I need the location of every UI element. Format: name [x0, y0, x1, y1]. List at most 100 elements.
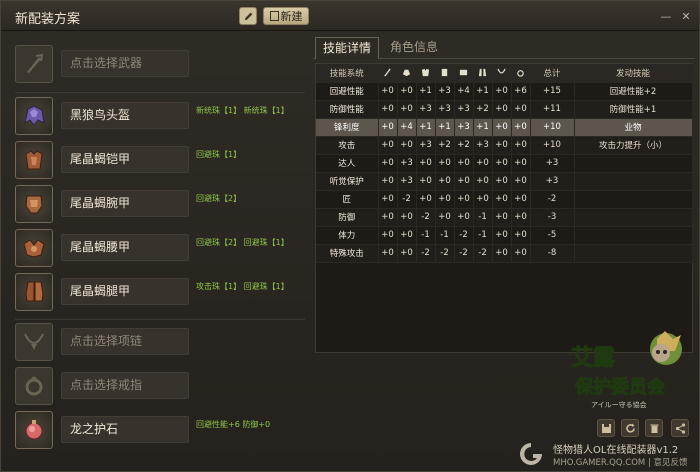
ring-select[interactable]: 点击选择戒指	[61, 372, 189, 399]
helm-slot[interactable]: 黑狼鸟头盔 新统珠【1】 新统珠【1】	[15, 97, 305, 137]
skill-total: -3	[530, 208, 575, 227]
table-row[interactable]: 回避性能 +0 +0 +1 +3 +4 +1 +0 +6 +15 回避性能+2	[316, 82, 693, 101]
charm-slot-icon[interactable]	[15, 411, 53, 449]
tab-skill-details[interactable]: 技能详情	[315, 37, 380, 59]
ring-slot-icon[interactable]	[15, 367, 53, 405]
skill-name: 防御	[316, 208, 379, 227]
skill-point: +0	[378, 118, 398, 137]
edit-title-button[interactable]	[239, 7, 257, 25]
arm-armor-icon	[25, 195, 43, 214]
skill-point: +1	[473, 118, 493, 137]
new-file-icon	[269, 11, 279, 21]
delete-button[interactable]	[645, 419, 663, 437]
skill-point: +0	[511, 190, 531, 209]
charm-skills: 回避性能+6 防御+0	[196, 420, 271, 429]
ring-slot[interactable]: 点击选择戒指	[15, 367, 305, 407]
minimize-icon: —	[660, 9, 672, 23]
weapon-select[interactable]: 点击选择武器	[61, 50, 189, 77]
waist-armor-icon	[459, 69, 468, 75]
page-title: 新配装方案	[15, 12, 81, 27]
skill-point: +0	[378, 226, 398, 245]
skill-name: 回避性能	[316, 82, 379, 101]
skill-point: +6	[511, 82, 531, 101]
table-row[interactable]: 匠 +0 -2 +0 +0 +0 +0 +0 +0 -2	[316, 190, 693, 209]
game-logo-icon	[520, 443, 542, 465]
necklace-icon	[497, 68, 506, 74]
weapon-slot-icon[interactable]	[15, 45, 53, 83]
skill-point: +2	[454, 136, 474, 155]
helm-icon	[24, 105, 45, 126]
arms-slot-icon[interactable]	[15, 185, 53, 223]
necklace-slot-icon[interactable]	[15, 323, 53, 361]
skill-point: +3	[454, 100, 474, 119]
charm-name[interactable]: 龙之护石	[61, 416, 189, 443]
feedback-link[interactable]: 意见反馈	[654, 458, 688, 468]
necklace-slot[interactable]: 点击选择项链	[15, 323, 305, 363]
helm-name[interactable]: 黑狼鸟头盔	[61, 102, 189, 129]
skill-point: +0	[454, 154, 474, 173]
helm-gems: 新统珠【1】 新统珠【1】	[196, 106, 289, 115]
skill-point: +0	[435, 154, 455, 173]
logo-title-line1: 艾露	[571, 346, 616, 371]
chest-name[interactable]: 尾晶蝎铠甲	[61, 146, 189, 173]
footer-links: MHO.GAMER.QQ.COM | 意见反馈	[553, 456, 688, 468]
waist-slot-icon[interactable]	[15, 229, 53, 267]
skill-point: +3	[416, 100, 436, 119]
minimize-button[interactable]: —	[659, 9, 673, 23]
necklace-select[interactable]: 点击选择项链	[61, 328, 189, 355]
helm-icon	[402, 69, 411, 76]
skill-point: -2	[473, 244, 493, 263]
share-icon	[675, 422, 685, 434]
table-row[interactable]: 攻击 +0 +0 +3 +2 +2 +3 +0 +0 +10 攻击力提升（小）	[316, 136, 693, 155]
table-row[interactable]: 体力 +0 +0 -1 -1 -2 -1 +0 +0 -5	[316, 226, 693, 245]
tab-bar: 技能详情 角色信息	[313, 37, 695, 59]
skill-point: +0	[378, 172, 398, 191]
skill-point: +0	[492, 82, 512, 101]
waist-column-header	[454, 64, 474, 83]
skill-total: -8	[530, 244, 575, 263]
legs-slot[interactable]: 尾晶蝎腿甲 攻击珠【1】 回避珠【1】	[15, 273, 305, 313]
close-button[interactable]: ✕	[679, 9, 693, 23]
share-button[interactable]	[671, 419, 689, 437]
arms-slot[interactable]: 尾晶蝎腕甲 回避珠【2】	[15, 185, 305, 225]
weapon-column-header	[378, 64, 398, 83]
skill-total: +10	[530, 118, 575, 137]
site-url-link[interactable]: MHO.GAMER.QQ.COM	[553, 458, 645, 468]
skill-point: +0	[492, 226, 512, 245]
table-header-row: 技能系统 总计 发动技能	[316, 64, 693, 83]
chest-armor-icon	[25, 150, 43, 170]
skill-point: +0	[492, 190, 512, 209]
logo-subtitle: アイルー守る協会	[591, 400, 647, 409]
table-row[interactable]: 达人 +0 +3 +0 +0 +0 +0 +0 +0 +3	[316, 154, 693, 173]
table-row[interactable]: 特殊攻击 +0 +0 -2 -2 -2 -2 +0 +0 -8	[316, 244, 693, 263]
legs-slot-icon[interactable]	[15, 273, 53, 311]
charm-slot[interactable]: 龙之护石 回避性能+6 防御+0	[15, 411, 305, 451]
divider	[15, 92, 305, 93]
new-plan-button[interactable]: 新建	[263, 7, 309, 25]
skill-point: +0	[378, 82, 398, 101]
skill-point: +0	[378, 208, 398, 227]
waist-name[interactable]: 尾晶蝎腰甲	[61, 234, 189, 261]
table-row[interactable]: 听觉保护 +0 +3 +0 +0 +0 +0 +0 +0 +3	[316, 172, 693, 191]
skill-name: 防御性能	[316, 100, 379, 119]
arms-name[interactable]: 尾晶蝎腕甲	[61, 190, 189, 217]
weapon-slot[interactable]: 点击选择武器	[15, 45, 305, 85]
tab-character-info[interactable]: 角色信息	[383, 37, 445, 59]
legs-name[interactable]: 尾晶蝎腿甲	[61, 278, 189, 305]
table-row[interactable]: 锋利度 +0 +4 +1 +1 +3 +1 +0 +0 +10 业物	[316, 118, 693, 137]
table-row[interactable]: 防御 +0 +0 -2 +0 +0 -1 +0 +0 -3	[316, 208, 693, 227]
helm-slot-icon[interactable]	[15, 97, 53, 135]
pencil-icon	[244, 12, 252, 20]
total-header: 总计	[530, 64, 575, 83]
skill-point: +0	[397, 100, 417, 119]
waist-slot[interactable]: 尾晶蝎腰甲 回避珠【2】 回避珠【1】	[15, 229, 305, 269]
active-skill	[574, 226, 693, 245]
skill-point: +0	[511, 154, 531, 173]
refresh-button[interactable]	[621, 419, 639, 437]
chest-slot-icon[interactable]	[15, 141, 53, 179]
table-row[interactable]: 防御性能 +0 +0 +3 +3 +3 +2 +0 +0 +11 防御性能+1	[316, 100, 693, 119]
skill-point: +0	[492, 136, 512, 155]
save-button[interactable]	[597, 419, 615, 437]
skill-point: +0	[454, 172, 474, 191]
chest-slot[interactable]: 尾晶蝎铠甲 回避珠【1】	[15, 141, 305, 181]
